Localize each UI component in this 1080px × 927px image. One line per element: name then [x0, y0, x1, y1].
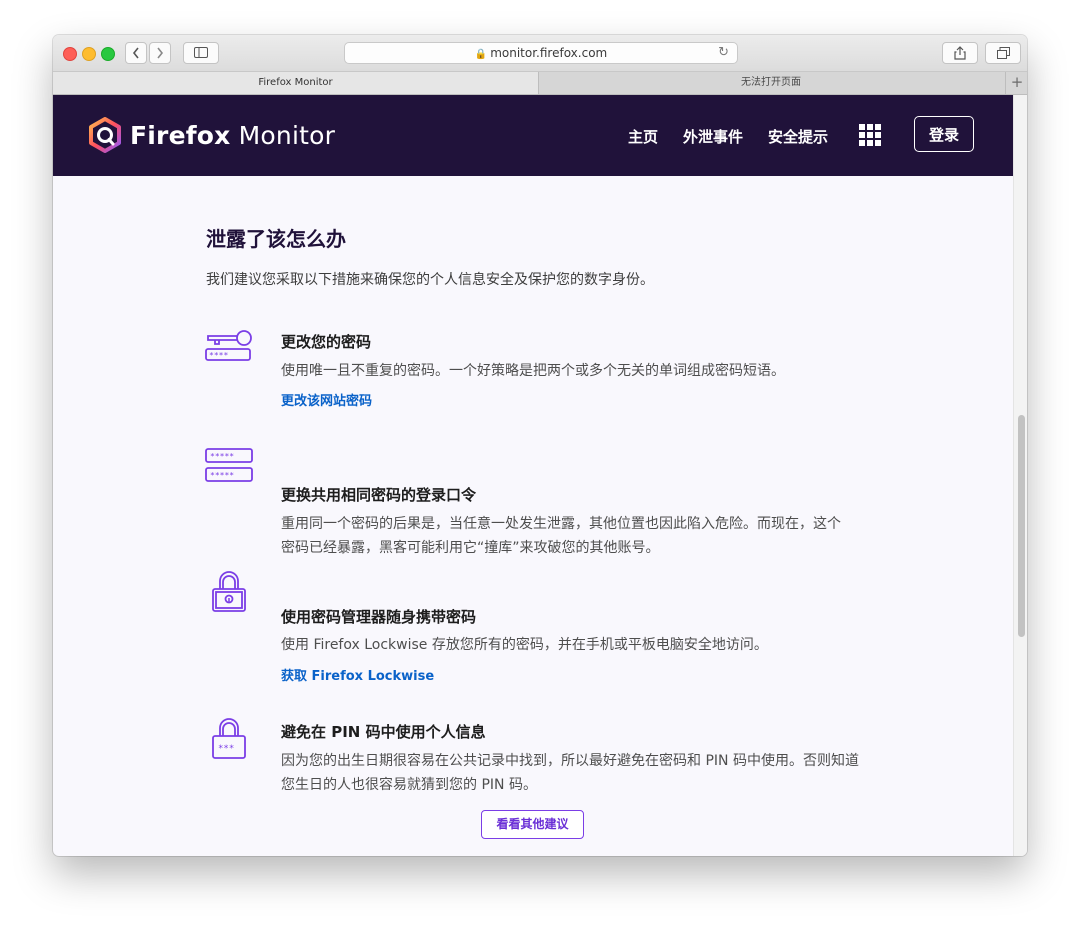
share-icon [954, 46, 966, 60]
tip-title: 避免在 PIN 码中使用个人信息 [281, 723, 486, 741]
tab-overview-button[interactable] [985, 42, 1021, 64]
url-text: monitor.firefox.com [490, 46, 608, 60]
nav-breaches[interactable]: 外泄事件 [683, 126, 743, 147]
tab-bar: Firefox Monitor 无法打开页面 + [53, 72, 1027, 95]
address-bar[interactable]: 🔒 monitor.firefox.com ↻ [344, 42, 738, 64]
sidebar-toggle-button[interactable] [183, 42, 219, 64]
login-button[interactable]: 登录 [914, 116, 974, 152]
browser-window: 🔒 monitor.firefox.com ↻ Firefox Monitor 无… [53, 35, 1027, 856]
tip-description: 重用同一个密码的后果是，当任意一处发生泄露，其他位置也因此陷入危险。而现在，这个… [281, 516, 841, 556]
svg-text:*****: ***** [210, 452, 234, 461]
tip-description: 使用唯一且不重复的密码。一个好策略是把两个或多个无关的单词组成密码短语。 [281, 363, 785, 379]
main-content: 泄露了该怎么办 我们建议您采取以下措施来确保您的个人信息安全及保护您的数字身份。… [53, 176, 1013, 856]
svg-text:****_: ****_ [209, 351, 233, 360]
password-fields-icon: ***** ***** [205, 448, 253, 482]
tip-title: 更改您的密码 [281, 333, 372, 351]
tab-firefox-monitor[interactable]: Firefox Monitor [53, 72, 539, 94]
browser-toolbar: 🔒 monitor.firefox.com ↻ [53, 35, 1027, 72]
share-button[interactable] [942, 42, 978, 64]
sidebar-icon [194, 47, 208, 58]
page-scrollbar[interactable] [1013, 95, 1027, 856]
apps-grid-icon[interactable] [859, 124, 881, 146]
tab-cannot-open-page[interactable]: 无法打开页面 [539, 72, 1003, 94]
reload-icon[interactable]: ↻ [718, 43, 729, 63]
tip-description: 因为您的出生日期很容易在公共记录中找到，所以最好避免在密码和 PIN 码中使用。… [281, 753, 859, 793]
firefox-monitor-logo[interactable]: Firefox Monitor [88, 115, 335, 155]
tabs-icon [996, 47, 1010, 59]
more-tips-button[interactable]: 看看其他建议 [481, 810, 584, 839]
lock-pin-icon: *** [212, 718, 246, 759]
scrollbar-thumb[interactable] [1018, 415, 1025, 637]
lock-icon: 🔒 [474, 49, 488, 60]
chevron-left-icon [132, 47, 139, 59]
forward-button[interactable] [149, 42, 171, 64]
change-site-password-link[interactable]: 更改该网站密码 [281, 390, 372, 409]
svg-text:*****: ***** [210, 471, 234, 480]
tip-title: 使用密码管理器随身携带密码 [281, 608, 477, 626]
tip-description: 使用 Firefox Lockwise 存放您所有的密码，并在手机或平板电脑安全… [281, 637, 768, 653]
site-header: Firefox Monitor 主页 外泄事件 安全提示 登录 [53, 95, 1013, 176]
key-password-icon: ****_ [205, 330, 252, 361]
back-button[interactable] [125, 42, 147, 64]
lock-key-icon [212, 571, 246, 612]
new-tab-button[interactable]: + [1005, 72, 1027, 94]
close-window-button[interactable] [63, 47, 77, 61]
page-title: 泄露了该怎么办 [206, 227, 346, 251]
chevron-right-icon [157, 47, 164, 59]
minimize-window-button[interactable] [82, 47, 96, 61]
logo-wordmark: Firefox Monitor [130, 120, 336, 150]
nav-security-tips[interactable]: 安全提示 [768, 126, 828, 147]
zoom-window-button[interactable] [101, 47, 115, 61]
tip-title: 更换共用相同密码的登录口令 [281, 486, 477, 504]
monitor-logo-icon [89, 117, 121, 153]
intro-text: 我们建议您采取以下措施来确保您的个人信息安全及保护您的数字身份。 [206, 272, 654, 288]
get-lockwise-link[interactable]: 获取 Firefox Lockwise [281, 665, 434, 684]
svg-text:***: *** [218, 744, 234, 754]
nav-home[interactable]: 主页 [628, 126, 658, 147]
